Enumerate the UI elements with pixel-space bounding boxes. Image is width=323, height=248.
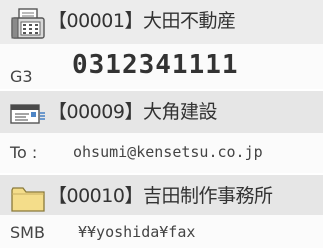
entry-name: 【00001】大田不動産: [48, 10, 236, 32]
destination-entry[interactable]: 【00001】大田不動産 G3 0312341111: [0, 0, 323, 89]
type-label: SMB: [10, 223, 45, 242]
entry-detail: G3 0312341111: [0, 44, 323, 89]
entry-detail: To : ohsumi@kensetsu.co.jp: [0, 133, 323, 173]
smb-path: ¥¥yoshida¥fax: [78, 223, 196, 241]
entry-header[interactable]: 【00010】吉田制作事務所: [0, 173, 323, 215]
type-label: To :: [10, 143, 38, 162]
entry-name: 【00009】大角建設: [48, 101, 217, 123]
destination-list: 【00001】大田不動産 G3 0312341111 【00009】大角建設 T…: [0, 0, 323, 248]
entry-header[interactable]: 【00009】大角建設: [0, 89, 323, 133]
type-label: G3: [10, 67, 33, 86]
entry-detail: SMB ¥¥yoshida¥fax: [0, 215, 323, 248]
entry-header[interactable]: 【00001】大田不動産: [0, 0, 323, 44]
email-address: ohsumi@kensetsu.co.jp: [73, 143, 263, 161]
destination-entry[interactable]: 【00009】大角建設 To : ohsumi@kensetsu.co.jp: [0, 89, 323, 173]
fax-icon: [11, 8, 45, 39]
email-icon: [10, 104, 45, 124]
folder-icon: [11, 187, 45, 212]
destination-entry[interactable]: 【00010】吉田制作事務所 SMB ¥¥yoshida¥fax: [0, 173, 323, 248]
entry-name: 【00010】吉田制作事務所: [48, 185, 273, 207]
fax-number: 0312341111: [72, 50, 239, 80]
